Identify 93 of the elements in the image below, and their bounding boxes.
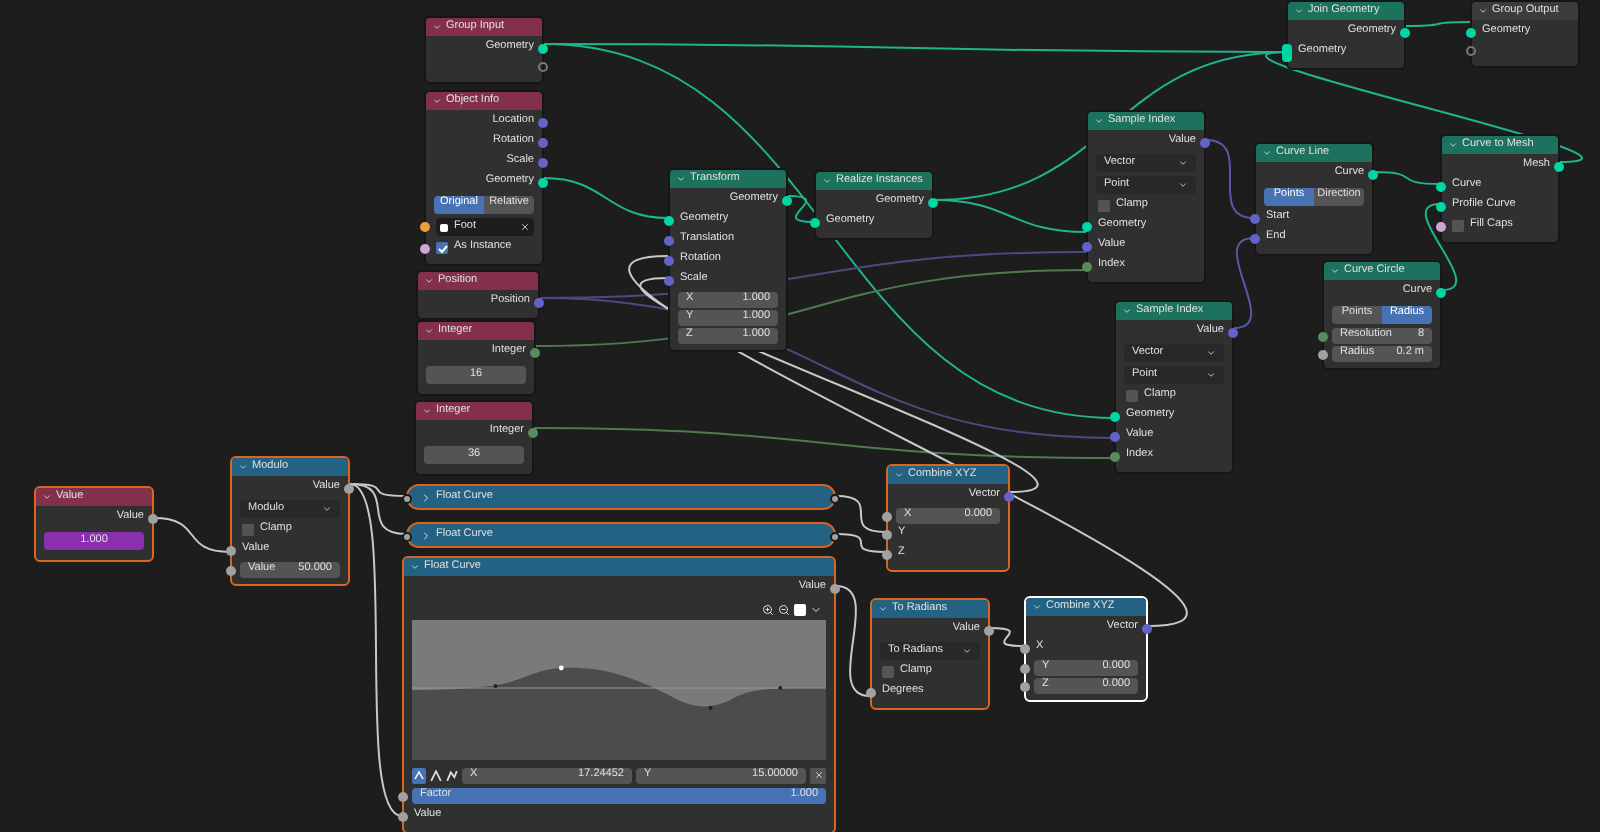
socket[interactable]: [664, 215, 674, 225]
chevron-icon[interactable]: [894, 470, 904, 480]
chevron-icon[interactable]: [1032, 602, 1042, 612]
chevron-icon[interactable]: [238, 462, 248, 472]
socket[interactable]: [1368, 169, 1378, 179]
socket[interactable]: [226, 545, 236, 555]
empty-socket[interactable]: [538, 62, 548, 72]
socket[interactable]: [1020, 681, 1030, 691]
chevron-icon: [1178, 158, 1188, 168]
socket[interactable]: [226, 565, 236, 575]
socket[interactable]: [1282, 43, 1292, 61]
socket[interactable]: [830, 583, 840, 593]
socket[interactable]: [1020, 643, 1030, 653]
socket[interactable]: [1004, 491, 1014, 501]
chevron-icon[interactable]: [810, 603, 822, 615]
socket[interactable]: [1436, 221, 1446, 231]
vector-handle-icon[interactable]: [430, 769, 442, 781]
socket[interactable]: [1436, 287, 1446, 297]
socket[interactable]: [528, 427, 538, 437]
chevron-icon[interactable]: [410, 562, 420, 572]
zoom-out-icon[interactable]: [778, 603, 790, 615]
chevron-icon[interactable]: [1448, 140, 1458, 150]
checkbox[interactable]: [1126, 390, 1138, 402]
socket[interactable]: [664, 255, 674, 265]
socket[interactable]: [882, 549, 892, 559]
socket[interactable]: [1110, 411, 1120, 421]
delete-icon[interactable]: [810, 767, 826, 783]
socket[interactable]: [1318, 349, 1328, 359]
socket[interactable]: [866, 687, 876, 697]
curve-handle-icon[interactable]: [412, 767, 426, 783]
socket[interactable]: [538, 43, 548, 53]
socket[interactable]: [882, 529, 892, 539]
checkbox[interactable]: [1098, 200, 1110, 212]
socket[interactable]: [1436, 181, 1446, 191]
chevron-icon: [322, 504, 332, 514]
chevron-icon[interactable]: [1094, 116, 1104, 126]
chevron-icon[interactable]: [1294, 6, 1304, 16]
socket[interactable]: [530, 347, 540, 357]
socket[interactable]: [782, 195, 792, 205]
connection-wire: [1373, 171, 1441, 185]
socket[interactable]: [1082, 261, 1092, 271]
socket[interactable]: [1466, 27, 1476, 37]
chevron-icon[interactable]: [1330, 266, 1340, 276]
connection-wire: [1405, 21, 1471, 27]
chevron-icon[interactable]: [424, 276, 434, 286]
socket[interactable]: [344, 483, 354, 493]
chevron-icon[interactable]: [424, 326, 434, 336]
checkbox[interactable]: [242, 524, 254, 536]
socket[interactable]: [1142, 623, 1152, 633]
checkbox[interactable]: [882, 666, 894, 678]
socket[interactable]: [398, 791, 408, 801]
chevron-icon: [1206, 370, 1216, 380]
check-icon: [437, 243, 447, 253]
socket[interactable]: [928, 197, 938, 207]
checkbox[interactable]: [436, 242, 448, 254]
chevron-icon[interactable]: [878, 604, 888, 614]
chevron-icon[interactable]: [822, 176, 832, 186]
chevron-icon[interactable]: [432, 22, 442, 32]
chevron-icon: [1206, 348, 1216, 358]
free-handle-icon[interactable]: [446, 769, 458, 781]
socket[interactable]: [148, 513, 158, 523]
chevron-icon[interactable]: [676, 174, 686, 184]
socket[interactable]: [420, 243, 430, 253]
chevron-icon[interactable]: [432, 96, 442, 106]
chevron-icon[interactable]: [1262, 148, 1272, 158]
square-icon[interactable]: [794, 603, 806, 615]
socket[interactable]: [810, 217, 820, 227]
socket[interactable]: [984, 625, 994, 635]
socket[interactable]: [664, 275, 674, 285]
socket[interactable]: [398, 811, 408, 821]
socket[interactable]: [1110, 451, 1120, 461]
socket[interactable]: [1400, 27, 1410, 37]
socket[interactable]: [882, 511, 892, 521]
node-editor-canvas[interactable]: [0, 0, 1600, 832]
socket[interactable]: [538, 177, 548, 187]
empty-socket[interactable]: [1466, 46, 1476, 56]
socket[interactable]: [420, 221, 430, 231]
chevron-icon: [1178, 180, 1188, 190]
zoom-in-icon[interactable]: [762, 603, 774, 615]
chevron-icon[interactable]: [1122, 306, 1132, 316]
socket[interactable]: [1318, 331, 1328, 341]
socket[interactable]: [1082, 221, 1092, 231]
socket[interactable]: [1436, 201, 1446, 211]
chevron-icon: [962, 646, 972, 656]
connection-wire: [1233, 237, 1255, 329]
chevron-icon[interactable]: [422, 406, 432, 416]
chevron-icon[interactable]: [42, 492, 52, 502]
checkbox[interactable]: [1452, 220, 1464, 232]
object-icon: [440, 223, 448, 231]
connection-wire: [153, 517, 231, 553]
socket[interactable]: [1554, 161, 1564, 171]
socket[interactable]: [1020, 663, 1030, 673]
chevron-icon[interactable]: [1478, 6, 1488, 16]
